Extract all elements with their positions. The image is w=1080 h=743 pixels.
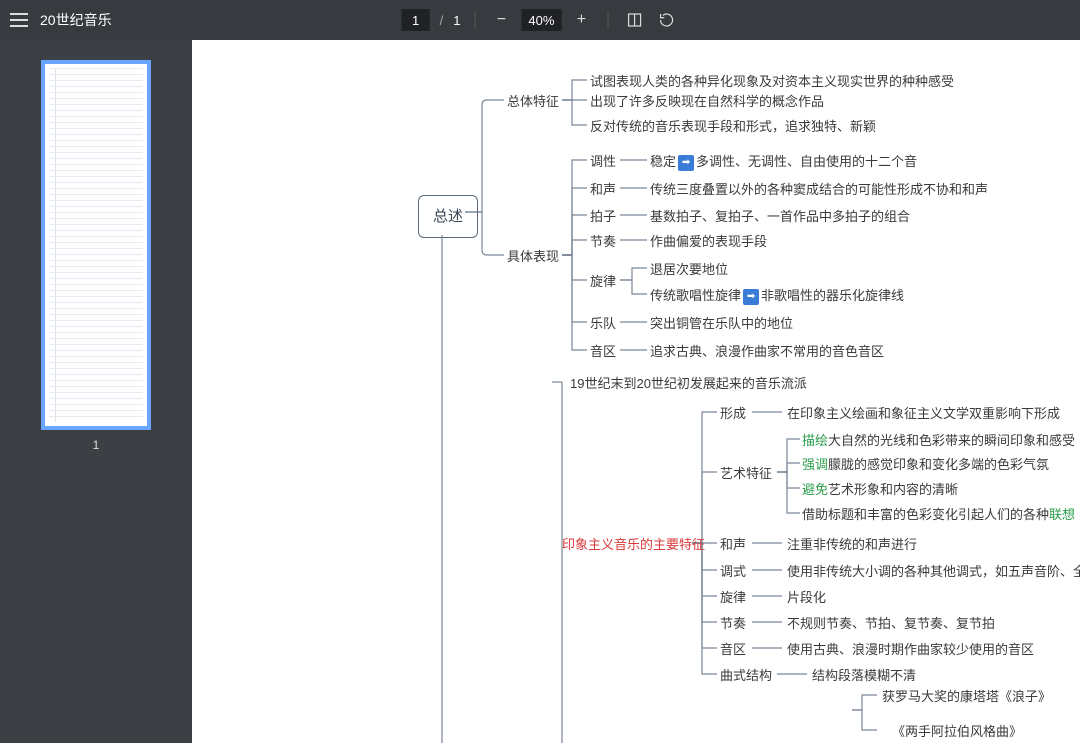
page-total: 1 [453,13,460,28]
branch-general: 总体特征 [507,93,559,111]
s2-val: 借助标题和丰富的色彩变化引起人们的各种联想 [802,506,1075,524]
work-item: 获罗马大奖的康塔塔《浪子》 [882,688,1051,706]
s2-val: 注重非传统的和声进行 [787,536,917,554]
page-sep: / [440,13,444,28]
s2-key: 音区 [720,641,746,659]
zoom-in-button[interactable]: + [569,8,593,32]
detail-val: 退居次要地位 [650,261,728,279]
detail-key: 音区 [590,343,616,361]
thumb-number: 1 [93,438,100,452]
detail-key: 调性 [590,153,616,171]
general-item: 试图表现人类的各种异化现象及对资本主义现实世界的种种感受 [590,73,954,91]
branch-detail: 具体表现 [507,248,559,266]
zoom-input[interactable] [521,9,561,31]
detail-key: 乐队 [590,315,616,333]
s2-val: 使用古典、浪漫时期作曲家较少使用的音区 [787,641,1034,659]
detail-key: 拍子 [590,208,616,226]
section2-intro: 19世纪末到20世纪初发展起来的音乐流派 [570,375,807,393]
zoom-out-button[interactable]: − [489,8,513,32]
detail-val: 作曲偏爱的表现手段 [650,233,767,251]
s2-key: 和声 [720,536,746,554]
s2-key: 旋律 [720,589,746,607]
content-area: 总述 总体特征 试图表现人类的各种异化现象及对资本主义现实世界的种种感受 出现了… [192,40,1080,743]
detail-val: 突出铜管在乐队中的地位 [650,315,793,333]
arrow-icon: ➡ [678,155,694,171]
detail-val: 基数拍子、复拍子、一首作品中多拍子的组合 [650,208,910,226]
s2-val: 结构段落模糊不清 [812,667,916,685]
s2-val: 不规则节奏、节拍、复节奏、复节拍 [787,615,995,633]
detail-val: 传统三度叠置以外的各种窦成结合的可能性形成不协和和声 [650,181,988,199]
arrow-icon: ➡ [743,289,759,305]
detail-key: 节奏 [590,233,616,251]
page-thumbnail[interactable] [41,60,151,430]
s2-key: 调式 [720,563,746,581]
detail-key: 和声 [590,181,616,199]
root-node: 总述 [418,195,478,238]
s2-val: 避免艺术形象和内容的清晰 [802,481,958,499]
rotate-icon[interactable] [654,8,678,32]
toolbar: 20世纪音乐 / 1 − + [0,0,1080,40]
section2-main: 印象主义音乐的主要特征 [562,536,705,554]
detail-val: 传统歌唱性旋律➡非歌唱性的器乐化旋律线 [650,287,904,305]
general-item: 出现了许多反映现在自然科学的概念作品 [590,93,824,111]
fit-page-icon[interactable] [622,8,646,32]
work-item: 《两手阿拉伯风格曲》 [892,723,1022,741]
page-input[interactable] [402,9,430,31]
s2-val: 强调朦胧的感觉印象和变化多端的色彩气氛 [802,456,1049,474]
toolbar-center: / 1 − + [402,0,679,40]
menu-icon[interactable] [10,13,28,27]
general-item: 反对传统的音乐表现手段和形式，追求独特、新颖 [590,118,876,136]
s2-val: 在印象主义绘画和象征主义文学双重影响下形成 [787,405,1060,423]
detail-val: 追求古典、浪漫作曲家不常用的音色音区 [650,343,884,361]
doc-title: 20世纪音乐 [40,10,112,30]
detail-key: 旋律 [590,273,616,291]
s2-key: 艺术特征 [720,465,772,483]
s2-val: 使用非传统大小调的各种其他调式，如五声音阶、全音阶 [787,563,1080,581]
s2-val: 片段化 [787,589,826,607]
s2-val: 描绘大自然的光线和色彩带来的瞬间印象和感受 [802,432,1075,450]
sidebar: 1 [0,40,192,743]
s2-key: 节奏 [720,615,746,633]
s2-key: 曲式结构 [720,667,772,685]
s2-key: 形成 [720,405,746,423]
detail-val: 稳定➡多调性、无调性、自由使用的十二个音 [650,153,917,171]
